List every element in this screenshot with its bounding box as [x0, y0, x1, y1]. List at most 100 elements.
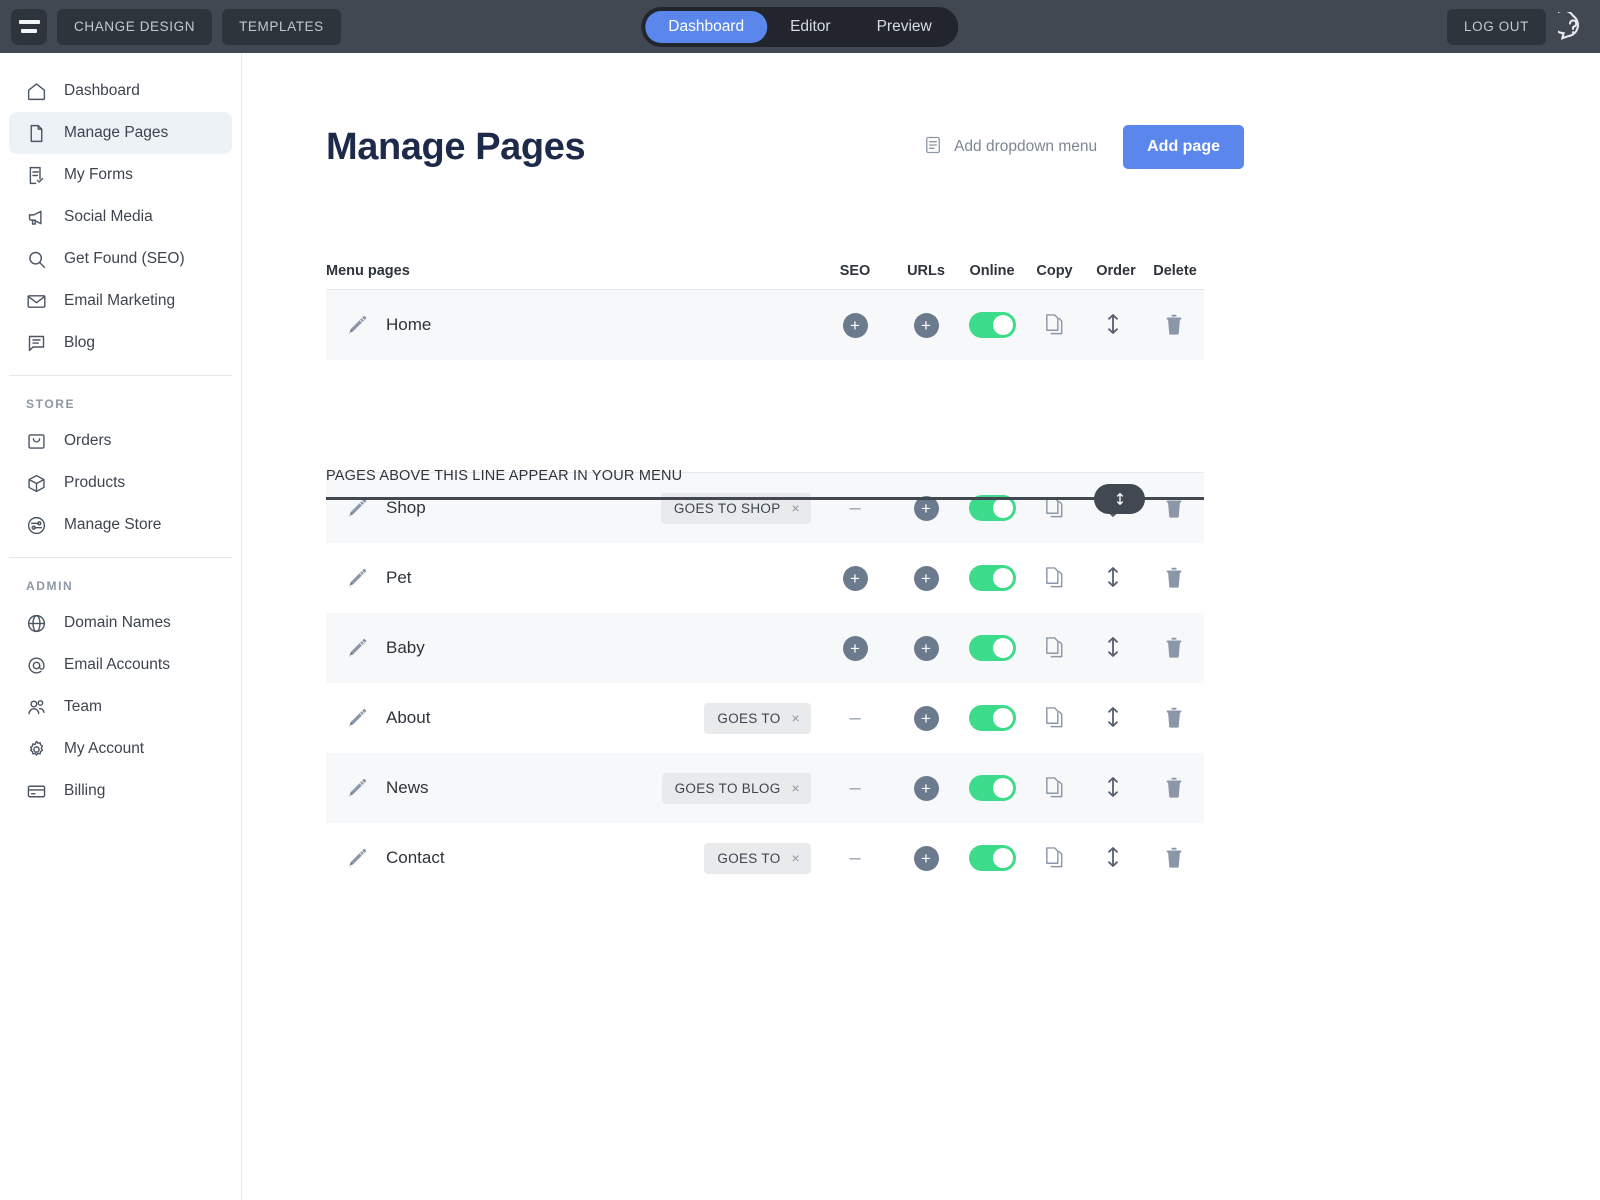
sidebar-item-get-found-seo[interactable]: Get Found (SEO)	[9, 238, 232, 280]
copy-page-button[interactable]	[1043, 635, 1067, 661]
table-row[interactable]: Contact GOES TO × – +	[326, 823, 1204, 893]
page-name-label: About	[386, 708, 431, 727]
urls-cell: +	[891, 845, 961, 871]
delete-page-button[interactable]	[1163, 635, 1187, 661]
reorder-page-button[interactable]	[1104, 705, 1128, 731]
reorder-page-button[interactable]	[1104, 565, 1128, 591]
delete-page-button[interactable]	[1163, 775, 1187, 801]
page-name-cell[interactable]: Home	[326, 312, 811, 338]
online-toggle[interactable]	[968, 565, 1016, 591]
table-row[interactable]: Pet + +	[326, 543, 1204, 613]
copy-page-button[interactable]	[1043, 705, 1067, 731]
sidebar-item-dashboard[interactable]: Dashboard	[9, 70, 232, 112]
page-link-tag[interactable]: GOES TO ×	[704, 702, 811, 734]
seo-cell: +	[819, 635, 891, 661]
seo-cell: +	[819, 565, 891, 591]
sidebar-item-manage-store[interactable]: Manage Store	[9, 504, 232, 546]
table-row[interactable]: News GOES TO BLOG × – +	[326, 753, 1204, 823]
sidebar-item-my-account[interactable]: My Account	[9, 728, 232, 770]
top-bar-left: CHANGE DESIGN TEMPLATES	[0, 8, 341, 45]
add-dropdown-menu-button[interactable]: Add dropdown menu	[923, 135, 1097, 160]
table-row[interactable]: Home + +	[326, 290, 1204, 360]
sidebar-item-billing[interactable]: Billing	[9, 770, 232, 812]
hamburger-icon[interactable]	[11, 8, 47, 45]
copy-page-button[interactable]	[1043, 565, 1067, 591]
sidebar-item-orders[interactable]: Orders	[9, 420, 232, 462]
page-name-cell[interactable]: Pet	[326, 565, 811, 591]
add-seo-button[interactable]: +	[842, 312, 868, 338]
online-toggle[interactable]	[968, 775, 1016, 801]
view-mode-switcher: Dashboard Editor Preview	[641, 6, 959, 47]
sidebar-item-social-media[interactable]: Social Media	[9, 196, 232, 238]
sidebar-item-my-forms[interactable]: My Forms	[9, 154, 232, 196]
copy-pages-icon	[1045, 314, 1062, 335]
megaphone-icon	[26, 207, 47, 228]
sidebar-item-products[interactable]: Products	[9, 462, 232, 504]
add-seo-button[interactable]: +	[842, 635, 868, 661]
column-header-urls: URLs	[907, 263, 945, 279]
copy-page-button[interactable]	[1043, 775, 1067, 801]
reorder-page-button[interactable]	[1104, 845, 1128, 871]
copy-page-button[interactable]	[1043, 845, 1067, 871]
pencil-icon	[348, 848, 367, 867]
table-row[interactable]: Baby + +	[326, 613, 1204, 683]
tab-dashboard[interactable]: Dashboard	[645, 10, 768, 43]
sidebar-item-manage-pages[interactable]: Manage Pages	[9, 112, 232, 154]
menu-divider-rule	[326, 497, 1204, 500]
reorder-page-button[interactable]	[1104, 312, 1128, 338]
online-toggle[interactable]	[968, 312, 1016, 338]
page-link-tag[interactable]: GOES TO ×	[704, 842, 811, 874]
copy-page-button[interactable]	[1043, 312, 1067, 338]
close-icon[interactable]: ×	[792, 781, 800, 795]
column-header-seo: SEO	[839, 263, 871, 279]
trash-icon	[1166, 567, 1182, 588]
tab-preview[interactable]: Preview	[854, 11, 955, 43]
online-toggle[interactable]	[968, 845, 1016, 871]
help-question-icon[interactable]	[1551, 9, 1588, 42]
sidebar-item-domain-names[interactable]: Domain Names	[9, 602, 232, 644]
sidebar-item-team[interactable]: Team	[9, 686, 232, 728]
sidebar-item-blog[interactable]: Blog	[9, 322, 232, 364]
delete-page-button[interactable]	[1163, 312, 1187, 338]
add-url-button[interactable]: +	[913, 565, 939, 591]
online-cell	[961, 845, 1023, 871]
log-out-button[interactable]: LOG OUT	[1447, 8, 1546, 45]
page-link-tag[interactable]: GOES TO BLOG ×	[661, 772, 811, 804]
table-row[interactable]: About GOES TO × – +	[326, 683, 1204, 753]
urls-cell: +	[891, 705, 961, 731]
close-icon[interactable]: ×	[792, 711, 800, 725]
page-name-cell[interactable]: Contact	[326, 845, 704, 871]
column-header-delete: Delete	[1153, 263, 1197, 279]
sidebar-item-email-marketing[interactable]: Email Marketing	[9, 280, 232, 322]
sidebar-item-email-accounts[interactable]: Email Accounts	[9, 644, 232, 686]
add-url-button[interactable]: +	[913, 775, 939, 801]
inbox-icon	[26, 431, 47, 452]
search-icon	[26, 249, 47, 270]
add-url-button[interactable]: +	[913, 635, 939, 661]
add-page-button[interactable]: Add page	[1123, 125, 1244, 169]
sidebar-item-label: My Account	[64, 740, 145, 757]
online-toggle[interactable]	[968, 705, 1016, 731]
page-title: Manage Pages	[326, 125, 586, 168]
close-icon[interactable]: ×	[792, 851, 800, 865]
reorder-page-button[interactable]	[1104, 775, 1128, 801]
page-name-cell[interactable]: News	[326, 775, 662, 801]
online-toggle[interactable]	[968, 635, 1016, 661]
add-url-button[interactable]: +	[913, 845, 939, 871]
delete-page-button[interactable]	[1163, 845, 1187, 871]
change-design-button[interactable]: CHANGE DESIGN	[57, 8, 213, 45]
add-seo-button[interactable]: +	[842, 565, 868, 591]
add-url-button[interactable]: +	[913, 705, 939, 731]
delete-page-button[interactable]	[1163, 565, 1187, 591]
menu-divider-drag-handle[interactable]	[1094, 484, 1145, 514]
tab-editor[interactable]: Editor	[767, 11, 854, 43]
templates-button[interactable]: TEMPLATES	[222, 8, 341, 45]
reorder-page-button[interactable]	[1104, 635, 1128, 661]
page-header-actions: Add dropdown menu Add page	[923, 125, 1244, 169]
add-url-button[interactable]: +	[913, 312, 939, 338]
delete-page-button[interactable]	[1163, 705, 1187, 731]
page-name-cell[interactable]: About	[326, 705, 704, 731]
page-name-cell[interactable]: Baby	[326, 635, 811, 661]
home-icon	[26, 81, 47, 102]
trash-icon	[1166, 637, 1182, 658]
